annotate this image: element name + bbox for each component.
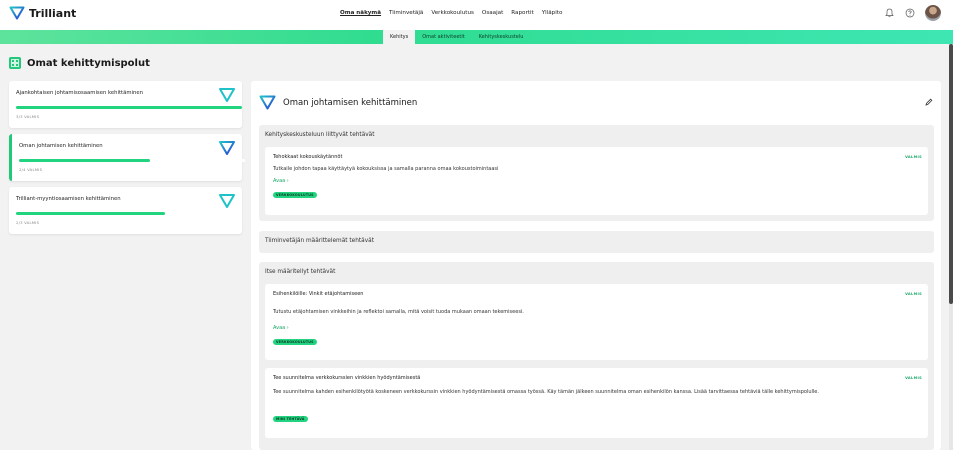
status-badge: VALMIS — [905, 155, 922, 159]
path-status: 2/4 VALMIS — [19, 167, 43, 172]
task-title: Tee suunnitelma verkkokurssien vinkkien … — [273, 375, 421, 381]
task-title: Esihenkilöille: Vinkit etäjohtamiseen — [273, 291, 364, 297]
progress-bar — [19, 159, 245, 162]
nav-item-oma-nakyma[interactable]: Oma näkymä — [340, 10, 381, 16]
nav-item-tiiminvetaja[interactable]: Tiiminvetäjä — [389, 10, 423, 16]
page-title-text: Omat kehittymispolut — [27, 57, 150, 69]
path-card[interactable]: Ajankohtaisen johtamisosaamisen kehittäm… — [9, 81, 242, 128]
trilliant-logo-icon — [219, 141, 235, 155]
path-detail-panel: Oman johtamisen kehittäminen Kehityskesk… — [251, 81, 941, 450]
open-link[interactable]: Avaa › — [273, 178, 289, 184]
trilliant-logo-icon — [9, 6, 25, 20]
section-title: Kehityskeskusteluun liittyvät tehtävät — [265, 132, 375, 138]
task-title: Tehokkaat kokouskäytännöt — [273, 154, 343, 160]
path-card-selected[interactable]: Oman johtamisen kehittäminen 2/4 VALMIS — [9, 134, 245, 181]
task-description: Tutustu etäjohtamisen vinkkeihin ja refl… — [273, 309, 524, 315]
top-bar: Trilliant Oma näkymä Tiiminvetäjä Verkko… — [0, 0, 953, 30]
sub-nav-bar: Kehitys Omat aktiviteetit Kehityskeskust… — [0, 30, 953, 44]
path-detail-title: Oman johtamisen kehittäminen — [283, 97, 418, 108]
pencil-icon[interactable] — [925, 98, 933, 106]
task-section: Kehityskeskusteluun liittyvät tehtävät T… — [259, 125, 934, 221]
task-card[interactable]: Tehokkaat kokouskäytännöt VALMIS Tutkail… — [265, 147, 928, 215]
help-icon[interactable] — [904, 7, 916, 19]
main-nav: Oma näkymä Tiiminvetäjä Verkkokoulutus O… — [340, 10, 562, 16]
nav-item-verkkokoulutus[interactable]: Verkkokoulutus — [431, 10, 474, 16]
progress-bar — [16, 212, 242, 215]
section-title: Tiiminvetäjän määrittelemät tehtävät — [265, 238, 374, 244]
status-badge: VALMIS — [905, 292, 922, 296]
task-section: Itse määritellyt tehtävät Esihenkilöille… — [259, 262, 934, 450]
path-title: Trilliant-myyntiosaamisen kehittäminen — [16, 196, 121, 202]
grid-icon — [9, 57, 21, 69]
path-title: Ajankohtaisen johtamisosaamisen kehittäm… — [16, 90, 143, 96]
task-section: Tiiminvetäjän määrittelemät tehtävät — [259, 231, 934, 253]
page-title: Omat kehittymispolut — [9, 57, 150, 69]
tab-kehitys[interactable]: Kehitys — [383, 30, 416, 44]
trilliant-logo-icon — [219, 194, 235, 208]
progress-fill — [16, 106, 242, 109]
nav-item-raportit[interactable]: Raportit — [511, 10, 533, 16]
scrollbar-thumb[interactable] — [949, 44, 953, 304]
open-link[interactable]: Avaa › — [273, 325, 289, 331]
section-title: Itse määritellyt tehtävät — [265, 269, 336, 275]
trilliant-logo-icon — [259, 95, 276, 110]
task-tag: VERKKOKOULUTUS — [273, 339, 317, 345]
task-description: Tee suunnitelma kahden esihenkilötyötä k… — [273, 389, 819, 395]
sub-tabs: Kehitys Omat aktiviteetit Kehityskeskust… — [383, 30, 530, 44]
path-status: 2/3 VALMIS — [16, 220, 40, 225]
path-title: Oman johtamisen kehittäminen — [19, 143, 103, 149]
tab-omat-aktiviteetit[interactable]: Omat aktiviteetit — [415, 30, 472, 44]
task-description: Tutkaile johdon tapaa käyttäytyä kokouks… — [273, 166, 499, 172]
brand-logo[interactable]: Trilliant — [9, 6, 76, 20]
task-card[interactable]: Esihenkilöille: Vinkit etäjohtamiseen VA… — [265, 284, 928, 360]
avatar[interactable] — [925, 5, 941, 21]
top-icons — [883, 5, 941, 21]
progress-fill — [19, 159, 151, 162]
path-card[interactable]: Trilliant-myyntiosaamisen kehittäminen 2… — [9, 187, 242, 234]
progress-bar — [16, 106, 242, 109]
path-detail-header: Oman johtamisen kehittäminen — [259, 95, 417, 110]
nav-item-yllapito[interactable]: Ylläpito — [542, 10, 563, 16]
nav-item-osaajat[interactable]: Osaajat — [482, 10, 503, 16]
progress-fill — [16, 212, 166, 215]
brand-name: Trilliant — [29, 6, 77, 20]
status-badge: VALMIS — [905, 376, 922, 380]
trilliant-logo-icon — [219, 88, 235, 102]
task-tag: MINI TEHTÄVÄ — [273, 416, 308, 422]
task-card[interactable]: Tee suunnitelma verkkokurssien vinkkien … — [265, 368, 928, 438]
task-tag: VERKKOKOULUTUS — [273, 192, 317, 198]
bell-icon[interactable] — [883, 7, 895, 19]
path-status: 3/3 VALMIS — [16, 114, 40, 119]
tab-kehityskeskustelu[interactable]: Kehityskeskustelu — [472, 30, 531, 44]
